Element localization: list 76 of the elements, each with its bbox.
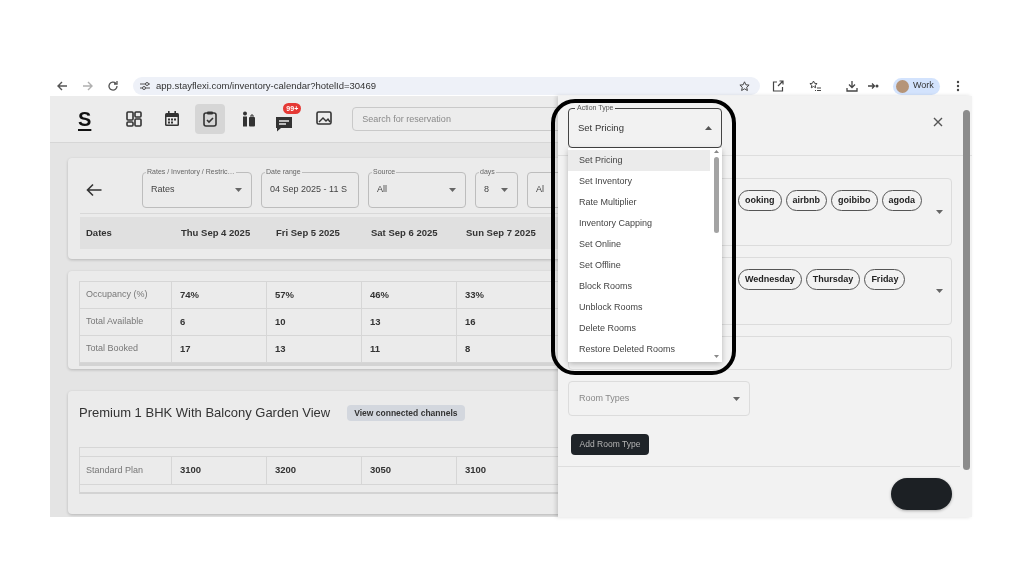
logo[interactable]: S [78, 109, 92, 129]
view-channels-button[interactable]: View connected channels [347, 405, 465, 421]
profile-button[interactable]: Work [893, 77, 940, 95]
chat-bubble-icon [276, 116, 293, 132]
field-value: Rates [150, 183, 175, 197]
caret-down-icon [449, 188, 456, 192]
table-cell: 13 [361, 309, 456, 335]
menu-item[interactable]: Unblock Rooms [568, 297, 710, 318]
column-header: Thu Sep 4 2025 [180, 225, 252, 240]
table-cell: 3100 [171, 457, 266, 484]
menu-item[interactable]: Rate Multiplier [568, 192, 710, 213]
nav-button[interactable] [195, 104, 226, 134]
table-cell: 10 [266, 309, 361, 335]
box-arrow-icon[interactable] [772, 80, 784, 92]
row-label: Total Booked [85, 342, 140, 356]
field-value: All [376, 183, 387, 197]
star-list-icon[interactable] [809, 80, 821, 92]
table-cell: 16 [456, 309, 551, 335]
scroll-down-icon[interactable] [714, 355, 719, 358]
caret-down-icon [733, 396, 740, 401]
search-field[interactable]: Search for reservation [352, 107, 558, 131]
site-settings-icon[interactable] [140, 81, 150, 91]
table-cell: 6 [171, 309, 266, 335]
menu-item[interactable]: Inventory Capping [568, 213, 710, 234]
table-cell: 3100 [456, 457, 551, 484]
table-cell: 57% [266, 282, 361, 308]
table-cell: 3200 [266, 457, 361, 484]
caret-down-icon [936, 210, 943, 214]
download-icon[interactable] [846, 80, 858, 92]
reload-icon[interactable] [107, 80, 119, 92]
menu-item[interactable]: Set Pricing [568, 150, 710, 171]
image-icon [316, 111, 333, 127]
menu-item[interactable]: Restore Deleted Rooms [568, 339, 710, 360]
avatar-icon [896, 79, 909, 93]
table-cell: 11 [361, 336, 456, 362]
row-label: Standard Plan [85, 463, 145, 477]
table-cell: 3050 [361, 457, 456, 484]
menu-item[interactable]: Block Rooms [568, 276, 710, 297]
menu-item[interactable]: Set Offline [568, 255, 710, 276]
url-text: app.stayflexi.com/inventory-calendar?hotelId=30469 [156, 78, 376, 93]
table-cell: 8 [456, 336, 551, 362]
back-icon[interactable] [56, 80, 68, 92]
column-header: Sat Sep 6 2025 [370, 225, 439, 240]
column-header: Sun Sep 7 2025 [465, 225, 537, 240]
arrow-dot-icon[interactable] [867, 80, 879, 92]
table-cell: 17 [171, 336, 266, 362]
field-value: 04 Sep 2025 - 11 S [269, 183, 347, 197]
calendar-icon [164, 111, 181, 127]
more-icon[interactable] [956, 80, 960, 92]
table-cell: 13 [266, 336, 361, 362]
close-icon[interactable] [933, 117, 943, 127]
column-header: Dates [85, 225, 113, 240]
dashboard-icon [126, 111, 143, 127]
clipboard-check-icon [202, 111, 219, 127]
scrollbar-thumb[interactable] [714, 157, 719, 233]
field-value: Al [535, 183, 544, 197]
action-button[interactable] [891, 478, 952, 510]
table-cell: 33% [456, 282, 551, 308]
star-icon[interactable] [739, 80, 750, 92]
scroll-up-icon[interactable] [714, 150, 719, 153]
table-cell: 74% [171, 282, 266, 308]
column-header: Fri Sep 5 2025 [275, 225, 341, 240]
caret-down-icon [501, 188, 508, 192]
field-value: Set Pricing [577, 120, 624, 135]
caret-down-icon [235, 188, 242, 192]
person-suitcase-icon [240, 111, 257, 127]
placeholder-text: Room Types [578, 391, 630, 405]
address-bar[interactable]: app.stayflexi.com/inventory-calendar?hotelId=30469 [133, 77, 760, 95]
back-arrow-icon[interactable] [86, 183, 102, 197]
room-type-title: Premium 1 BHK With Balcony Garden View [79, 404, 331, 423]
caret-down-icon [936, 289, 943, 293]
row-label: Occupancy (%) [85, 288, 149, 302]
row-label: Total Available [85, 315, 145, 329]
add-room-type-button[interactable]: Add Room Type [571, 434, 649, 455]
field-value: 8 [483, 183, 489, 197]
table-cell: 46% [361, 282, 456, 308]
